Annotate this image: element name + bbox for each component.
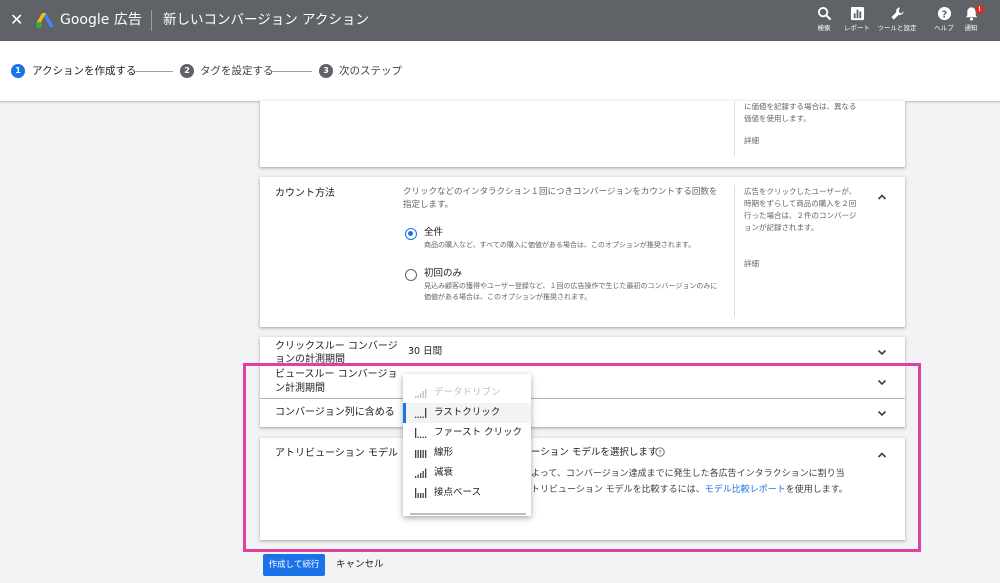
dropdown-scrollbar[interactable] (410, 513, 526, 515)
click-through-value: 30 日間 (408, 346, 443, 357)
attribution-model-dropdown: データドリブン ラストクリック ファースト クリック 線形 減衰 接点ベース (403, 374, 531, 516)
counting-description: クリックなどのインタラクション１回につきコンバージョンをカウントする回数を指定し… (403, 187, 718, 210)
reports-tool-label: レポート (844, 24, 870, 32)
dropdown-item-time-decay[interactable]: 減衰 (403, 463, 531, 483)
svg-text:?: ? (941, 9, 946, 20)
dropdown-item-label: 接点ベース (434, 487, 482, 498)
stepper: 1 アクションを作成する 2 タグを設定する 3 次のステップ (0, 41, 1000, 101)
counting-side-help: 広告をクリックしたユーザーが、時期をずらして商品の購入を２回行った場合は、２件の… (744, 187, 857, 232)
step-2-label[interactable]: タグを設定する (200, 63, 274, 79)
dropdown-item-position-based[interactable]: 接点ベース (403, 483, 531, 503)
click-through-title: クリックスルー コンバージョンの計測期間 (275, 341, 398, 364)
card-divider (734, 185, 735, 317)
google-ads-logo (36, 13, 54, 28)
page-title: 新しいコンバージョン アクション (163, 12, 369, 28)
step-connector (272, 71, 312, 72)
count-first-label[interactable]: 初回のみ (424, 267, 462, 281)
count-first-radio[interactable] (405, 269, 417, 281)
last-click-icon (415, 408, 427, 418)
reports-icon (850, 6, 864, 21)
value-settings-card: に価値を記録する場合は、異なる価値を使用します。 詳細 (260, 101, 905, 167)
step-1-number: 1 (11, 64, 25, 78)
step-connector (133, 71, 173, 72)
counting-title: カウント方法 (275, 188, 335, 199)
count-all-description: 商品の購入など、すべての購入に価値がある場合は、このオプションが推奨されます。 (424, 241, 696, 249)
step-1-label[interactable]: アクションを作成する (32, 63, 136, 79)
card-divider (734, 101, 735, 156)
dropdown-item-label: データドリブン (434, 387, 501, 398)
tools-settings-label: ツールと設定 (877, 24, 917, 32)
position-based-icon (415, 488, 427, 498)
create-and-continue-button[interactable]: 作成して続行 (263, 554, 325, 576)
dropdown-item-data-driven: データドリブン (403, 383, 531, 403)
count-first-description: 見込み顧客の獲得やユーザー登録など、１回の広告操作で生じた最初のコンバージョンの… (424, 282, 718, 301)
dropdown-item-last-click[interactable]: ラストクリック (403, 403, 531, 423)
step-2-number: 2 (180, 64, 194, 78)
step-3-label[interactable]: 次のステップ (339, 63, 402, 79)
cancel-button[interactable]: キャンセル (336, 558, 384, 572)
chevron-down-icon[interactable] (877, 347, 887, 357)
value-side-help: に価値を記録する場合は、異なる価値を使用します。 (744, 102, 857, 123)
count-all-label[interactable]: 全件 (424, 226, 443, 240)
top-app-bar: ✕ Google 広告 新しいコンバージョン アクション 検索 レポート ツール… (0, 0, 1000, 41)
counting-card: カウント方法 クリックなどのインタラクション１回につきコンバージョンをカウントす… (260, 177, 905, 327)
data-driven-icon (415, 389, 427, 398)
chevron-up-icon[interactable] (877, 192, 887, 202)
dropdown-item-label: ラストクリック (434, 407, 501, 418)
time-decay-icon (415, 468, 427, 478)
notification-badge: ! (975, 5, 984, 14)
wrench-icon (890, 7, 904, 20)
click-through-window-card[interactable]: クリックスルー コンバージョンの計測期間 30 日間 (260, 337, 905, 364)
header-divider (151, 10, 152, 31)
close-icon[interactable]: ✕ (10, 10, 26, 30)
reports-tool[interactable]: レポート (835, 6, 879, 38)
step-3-number: 3 (319, 64, 333, 78)
dropdown-item-linear[interactable]: 線形 (403, 443, 531, 463)
annotation-highlight-box (243, 363, 921, 552)
search-icon (817, 6, 831, 21)
notifications-tool[interactable]: ! 通知 (949, 5, 993, 38)
tools-settings-tool[interactable]: ツールと設定 (875, 6, 919, 38)
counting-learn-more-link[interactable]: 詳細 (744, 258, 759, 270)
count-all-radio[interactable] (405, 228, 417, 240)
dropdown-item-label: 減衰 (434, 467, 454, 478)
notifications-tool-label: 通知 (964, 24, 978, 32)
dropdown-item-first-click[interactable]: ファースト クリック (403, 423, 531, 443)
linear-icon (415, 450, 427, 458)
value-learn-more-link[interactable]: 詳細 (744, 135, 759, 147)
dropdown-item-label: ファースト クリック (434, 427, 523, 438)
dropdown-item-label: 線形 (434, 447, 454, 458)
brand-name: Google 広告 (60, 12, 142, 28)
first-click-icon (415, 428, 427, 438)
